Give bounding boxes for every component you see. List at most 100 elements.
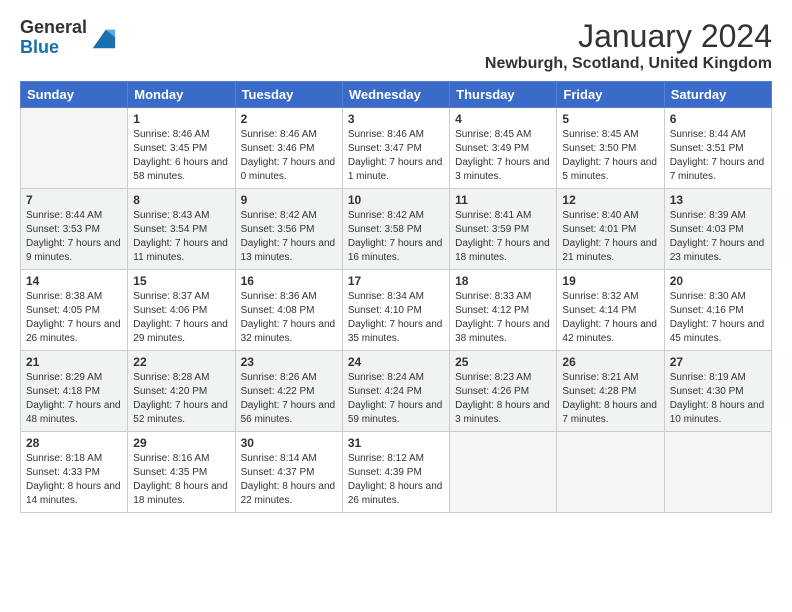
sunrise-text: Sunrise: 8:33 AM [455, 290, 551, 304]
sunset-text: Sunset: 4:33 PM [26, 466, 122, 480]
sunset-text: Sunset: 4:12 PM [455, 304, 551, 318]
sunset-text: Sunset: 4:24 PM [348, 385, 444, 399]
sunrise-text: Sunrise: 8:36 AM [241, 290, 337, 304]
calendar-header-wednesday: Wednesday [342, 82, 449, 108]
daylight-text: Daylight: 7 hours and 1 minute. [348, 156, 444, 184]
sunset-text: Sunset: 4:16 PM [670, 304, 766, 318]
calendar-cell: 14Sunrise: 8:38 AMSunset: 4:05 PMDayligh… [21, 270, 128, 351]
logo-icon [89, 24, 117, 52]
sunrise-text: Sunrise: 8:30 AM [670, 290, 766, 304]
calendar-cell: 31Sunrise: 8:12 AMSunset: 4:39 PMDayligh… [342, 432, 449, 513]
day-number: 17 [348, 274, 444, 288]
calendar-cell [21, 108, 128, 189]
daylight-text: Daylight: 8 hours and 14 minutes. [26, 480, 122, 508]
calendar-cell: 29Sunrise: 8:16 AMSunset: 4:35 PMDayligh… [128, 432, 235, 513]
sunset-text: Sunset: 4:05 PM [26, 304, 122, 318]
daylight-text: Daylight: 7 hours and 23 minutes. [670, 237, 766, 265]
daylight-text: Daylight: 7 hours and 9 minutes. [26, 237, 122, 265]
daylight-text: Daylight: 7 hours and 56 minutes. [241, 399, 337, 427]
sunset-text: Sunset: 4:39 PM [348, 466, 444, 480]
calendar-header-monday: Monday [128, 82, 235, 108]
day-number: 30 [241, 436, 337, 450]
daylight-text: Daylight: 7 hours and 52 minutes. [133, 399, 229, 427]
calendar-cell: 17 Sunrise: 8:34 AMSunset: 4:10 PMDayligh… [342, 270, 449, 351]
sunrise-text: Sunrise: 8:46 AM [133, 128, 229, 142]
day-number: 22 [133, 355, 229, 369]
sunrise-text: Sunrise: 8:34 AM [348, 290, 444, 304]
sunset-text: Sunset: 3:54 PM [133, 223, 229, 237]
day-number: 24 [348, 355, 444, 369]
calendar-cell: 13Sunrise: 8:39 AMSunset: 4:03 PMDayligh… [664, 189, 771, 270]
calendar-week-row: 21Sunrise: 8:29 AMSunset: 4:18 PMDayligh… [21, 351, 772, 432]
sunrise-text: Sunrise: 8:24 AM [348, 371, 444, 385]
sunrise-text: Sunrise: 8:21 AM [562, 371, 658, 385]
calendar-header-thursday: Thursday [450, 82, 557, 108]
day-number: 16 [241, 274, 337, 288]
sunrise-text: Sunrise: 8:46 AM [348, 128, 444, 142]
day-number: 21 [26, 355, 122, 369]
sunrise-text: Sunrise: 8:29 AM [26, 371, 122, 385]
sunrise-text: Sunrise: 8:23 AM [455, 371, 551, 385]
day-number: 28 [26, 436, 122, 450]
sunrise-text: Sunrise: 8:40 AM [562, 209, 658, 223]
sunset-text: Sunset: 3:50 PM [562, 142, 658, 156]
daylight-text: Daylight: 7 hours and 18 minutes. [455, 237, 551, 265]
sunset-text: Sunset: 4:14 PM [562, 304, 658, 318]
sunset-text: Sunset: 4:10 PM [348, 304, 444, 318]
sunset-text: Sunset: 3:47 PM [348, 142, 444, 156]
sunset-text: Sunset: 4:35 PM [133, 466, 229, 480]
daylight-text: Daylight: 7 hours and 3 minutes. [455, 156, 551, 184]
sunrise-text: Sunrise: 8:45 AM [562, 128, 658, 142]
sunset-text: Sunset: 4:28 PM [562, 385, 658, 399]
sunrise-text: Sunrise: 8:44 AM [26, 209, 122, 223]
daylight-text: Daylight: 7 hours and 21 minutes. [562, 237, 658, 265]
title-block: January 2024 Newburgh, Scotland, United … [485, 18, 772, 73]
sunrise-text: Sunrise: 8:26 AM [241, 371, 337, 385]
daylight-text: Daylight: 7 hours and 32 minutes. [241, 318, 337, 346]
daylight-text: Daylight: 8 hours and 7 minutes. [562, 399, 658, 427]
calendar-cell: 22 Sunrise: 8:28 AMSunset: 4:20 PMDayligh… [128, 351, 235, 432]
calendar-cell: 10Sunrise: 8:42 AMSunset: 3:58 PMDayligh… [342, 189, 449, 270]
day-number: 8 [133, 193, 229, 207]
daylight-text: Daylight: 7 hours and 38 minutes. [455, 318, 551, 346]
location: Newburgh, Scotland, United Kingdom [485, 55, 772, 73]
sunrise-text: Sunrise: 8:28 AM [133, 371, 229, 385]
sunset-text: Sunset: 3:49 PM [455, 142, 551, 156]
day-number: 9 [241, 193, 337, 207]
daylight-text: Daylight: 7 hours and 48 minutes. [26, 399, 122, 427]
calendar-cell: 4Sunrise: 8:45 AMSunset: 3:49 PMDaylight… [450, 108, 557, 189]
daylight-text: Daylight: 7 hours and 35 minutes. [348, 318, 444, 346]
daylight-text: Daylight: 8 hours and 3 minutes. [455, 399, 551, 427]
sunset-text: Sunset: 4:01 PM [562, 223, 658, 237]
day-number: 29 [133, 436, 229, 450]
sunset-text: Sunset: 4:30 PM [670, 385, 766, 399]
sunset-text: Sunset: 3:45 PM [133, 142, 229, 156]
calendar-cell: 12Sunrise: 8:40 AMSunset: 4:01 PMDayligh… [557, 189, 664, 270]
sunset-text: Sunset: 3:46 PM [241, 142, 337, 156]
day-number: 5 [562, 112, 658, 126]
logo-text: General Blue [20, 18, 87, 58]
sunset-text: Sunset: 4:03 PM [670, 223, 766, 237]
calendar-cell: 28Sunrise: 8:18 AMSunset: 4:33 PMDayligh… [21, 432, 128, 513]
sunrise-text: Sunrise: 8:37 AM [133, 290, 229, 304]
sunset-text: Sunset: 4:26 PM [455, 385, 551, 399]
day-number: 4 [455, 112, 551, 126]
calendar-cell: 9Sunrise: 8:42 AMSunset: 3:56 PMDaylight… [235, 189, 342, 270]
sunrise-text: Sunrise: 8:43 AM [133, 209, 229, 223]
sunrise-text: Sunrise: 8:41 AM [455, 209, 551, 223]
calendar-week-row: 1Sunrise: 8:46 AMSunset: 3:45 PMDaylight… [21, 108, 772, 189]
daylight-text: Daylight: 8 hours and 26 minutes. [348, 480, 444, 508]
calendar-week-row: 14Sunrise: 8:38 AMSunset: 4:05 PMDayligh… [21, 270, 772, 351]
calendar-cell: 27Sunrise: 8:19 AMSunset: 4:30 PMDayligh… [664, 351, 771, 432]
calendar-header-saturday: Saturday [664, 82, 771, 108]
month-title: January 2024 [485, 18, 772, 55]
sunset-text: Sunset: 4:06 PM [133, 304, 229, 318]
daylight-text: Daylight: 6 hours and 58 minutes. [133, 156, 229, 184]
calendar-cell: 30Sunrise: 8:14 AMSunset: 4:37 PMDayligh… [235, 432, 342, 513]
day-number: 13 [670, 193, 766, 207]
daylight-text: Daylight: 7 hours and 7 minutes. [670, 156, 766, 184]
day-number: 14 [26, 274, 122, 288]
daylight-text: Daylight: 7 hours and 0 minutes. [241, 156, 337, 184]
calendar-cell [557, 432, 664, 513]
sunset-text: Sunset: 4:20 PM [133, 385, 229, 399]
